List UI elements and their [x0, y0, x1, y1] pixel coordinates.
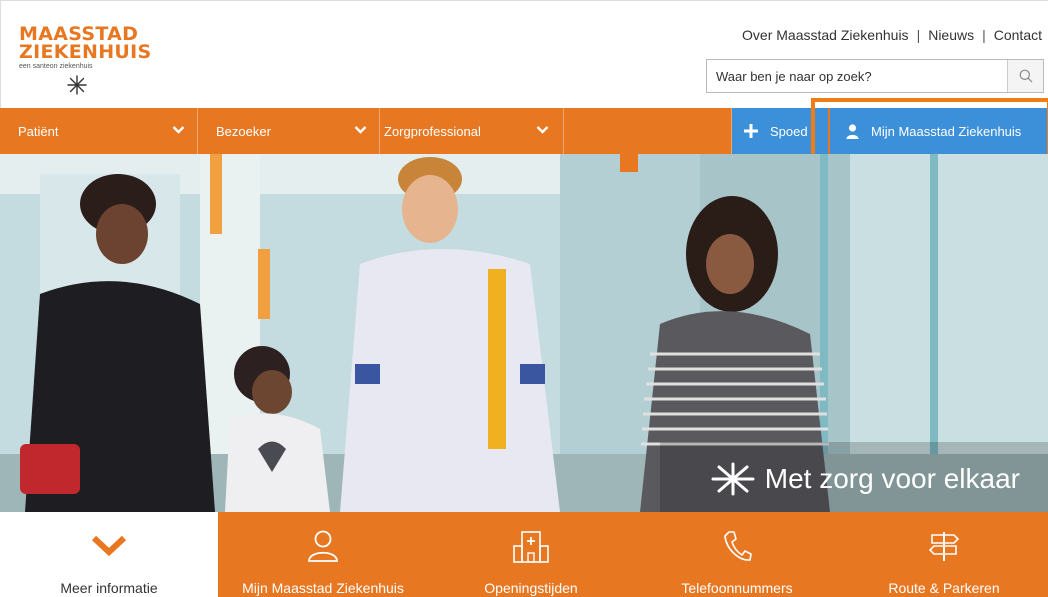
- tile-meer-informatie[interactable]: Meer informatie: [0, 512, 218, 597]
- nav-item-bezoeker[interactable]: Bezoeker: [198, 108, 380, 154]
- nav-item-patient[interactable]: Patiënt: [0, 108, 198, 154]
- hero-photo: [0, 154, 1048, 512]
- chevron-down-icon: [172, 126, 185, 134]
- asterisk-icon: [711, 462, 755, 496]
- logo-star-icon: [67, 75, 87, 95]
- hero-image: Met zorg voor elkaar: [0, 154, 1048, 512]
- tile-label: Mijn Maasstad Ziekenhuis: [242, 580, 404, 596]
- toplink-contact[interactable]: Contact: [994, 27, 1042, 43]
- search-box: [706, 59, 1044, 93]
- toplink-separator: |: [916, 27, 921, 43]
- phone-icon: [724, 531, 752, 561]
- user-icon: [846, 123, 859, 139]
- search-button[interactable]: [1007, 60, 1043, 92]
- hero-caption-text: Met zorg voor elkaar: [764, 463, 1020, 494]
- tile-label: Route & Parkeren: [888, 580, 1000, 596]
- nav-spacer: [564, 108, 732, 154]
- logo-subtitle: een santeon ziekenhuis: [19, 63, 93, 70]
- quick-links-bar: Meer informatie Mijn Maasstad Ziekenhuis…: [0, 512, 1048, 597]
- chevron-down-icon: [536, 126, 549, 134]
- signpost-icon: [928, 532, 960, 561]
- search-input[interactable]: [707, 60, 1007, 92]
- tile-mijn-maasstad[interactable]: Mijn Maasstad Ziekenhuis: [218, 512, 428, 597]
- nav-item-label: Zorgprofessional: [384, 123, 481, 139]
- tile-openingstijden[interactable]: Openingstijden: [428, 512, 634, 597]
- nav-item-zorgprofessional[interactable]: Zorgprofessional: [380, 108, 564, 154]
- site-header: MAASSTAD ZIEKENHUIS een santeon ziekenhu…: [0, 0, 1048, 108]
- tile-label: Openingstijden: [484, 580, 578, 596]
- mijn-maasstad-label: Mijn Maasstad Ziekenhuis: [871, 123, 1022, 139]
- search-icon: [1019, 69, 1032, 83]
- tile-telefoonnummers[interactable]: Telefoonnummers: [634, 512, 840, 597]
- toplink-nieuws[interactable]: Nieuws: [928, 27, 974, 43]
- chevron-down-icon: [354, 126, 367, 134]
- hero-caption: Met zorg voor elkaar: [711, 462, 1020, 496]
- nav-item-label: Patiënt: [18, 123, 59, 139]
- tile-label: Meer informatie: [60, 580, 158, 596]
- user-icon: [308, 530, 338, 562]
- main-nav: Patiënt Bezoeker Zorgprofessional Spoed …: [0, 108, 1048, 154]
- toplink-separator: |: [982, 27, 986, 43]
- plus-icon: [744, 124, 758, 138]
- nav-item-label: Bezoeker: [216, 123, 271, 139]
- tile-route-parkeren[interactable]: Route & Parkeren: [840, 512, 1048, 597]
- chevron-down-icon: [91, 535, 127, 557]
- site-logo[interactable]: MAASSTAD ZIEKENHUIS een santeon ziekenhu…: [19, 25, 152, 95]
- top-links: Over Maasstad Ziekenhuis | Nieuws | Cont…: [742, 27, 1042, 43]
- mijn-maasstad-button[interactable]: Mijn Maasstad Ziekenhuis: [830, 108, 1048, 154]
- toplink-over[interactable]: Over Maasstad Ziekenhuis: [742, 27, 909, 43]
- spoed-label: Spoed: [770, 123, 808, 139]
- clinic-icon: [513, 531, 549, 563]
- spoed-button[interactable]: Spoed: [732, 108, 828, 154]
- tile-label: Telefoonnummers: [681, 580, 793, 596]
- logo-line-2: ZIEKENHUIS: [19, 41, 152, 63]
